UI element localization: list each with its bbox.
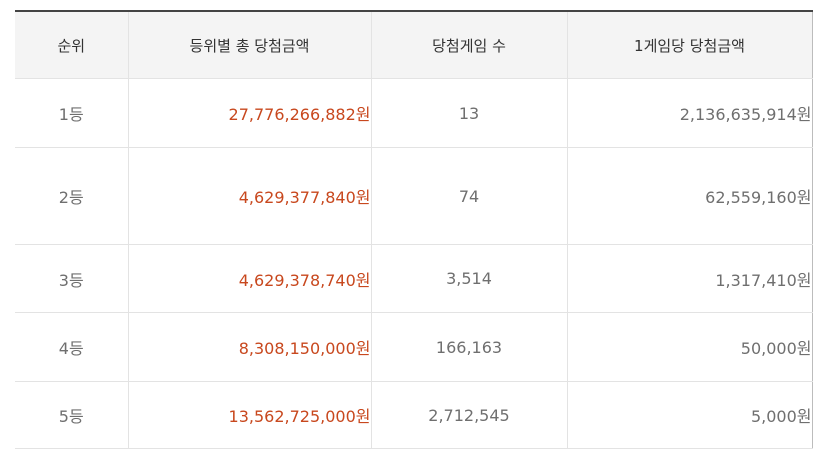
per-game-amount-cell: 5,000원: [566, 381, 813, 449]
winner-count-cell: 2,712,545: [370, 381, 568, 449]
per-game-amount-cell: 50,000원: [566, 312, 813, 382]
header-row: 순위 등위별 총 당첨금액 당첨게임 수 1게임당 당첨금액: [15, 10, 813, 79]
total-amount-cell: 13,562,725,000원: [127, 381, 372, 449]
per-game-amount-cell: 62,559,160원: [566, 147, 813, 245]
total-amount-cell: 27,776,266,882원: [127, 78, 372, 148]
per-game-amount-cell: 2,136,635,914원: [566, 78, 813, 148]
rank-cell: 4등: [15, 312, 129, 382]
rank-cell: 1등: [15, 78, 129, 148]
winner-count-cell: 3,514: [370, 244, 568, 313]
winner-count-cell: 74: [370, 147, 568, 245]
rank-header: 순위: [15, 10, 129, 79]
per-game-amount-cell: 1,317,410원: [566, 244, 813, 313]
winner-count-header: 당첨게임 수: [370, 10, 568, 79]
table-row: 4등 8,308,150,000원 166,163 50,000원: [15, 312, 813, 382]
winner-count-cell: 13: [370, 78, 568, 148]
table-row: 2등 4,629,377,840원 74 62,559,160원: [15, 147, 813, 245]
total-amount-cell: 4,629,377,840원: [127, 147, 372, 245]
table-row: 5등 13,562,725,000원 2,712,545 5,000원: [15, 381, 813, 449]
table-row: 3등 4,629,378,740원 3,514 1,317,410원: [15, 244, 813, 313]
total-amount-header: 등위별 총 당첨금액: [127, 10, 372, 79]
total-amount-cell: 8,308,150,000원: [127, 312, 372, 382]
rank-cell: 3등: [15, 244, 129, 313]
total-amount-cell: 4,629,378,740원: [127, 244, 372, 313]
prize-table: 순위 등위별 총 당첨금액 당첨게임 수 1게임당 당첨금액 1등 27,776…: [15, 10, 813, 449]
per-game-amount-header: 1게임당 당첨금액: [566, 10, 813, 79]
winner-count-cell: 166,163: [370, 312, 568, 382]
rank-cell: 2등: [15, 147, 129, 245]
table-row: 1등 27,776,266,882원 13 2,136,635,914원: [15, 78, 813, 148]
rank-cell: 5등: [15, 381, 129, 449]
